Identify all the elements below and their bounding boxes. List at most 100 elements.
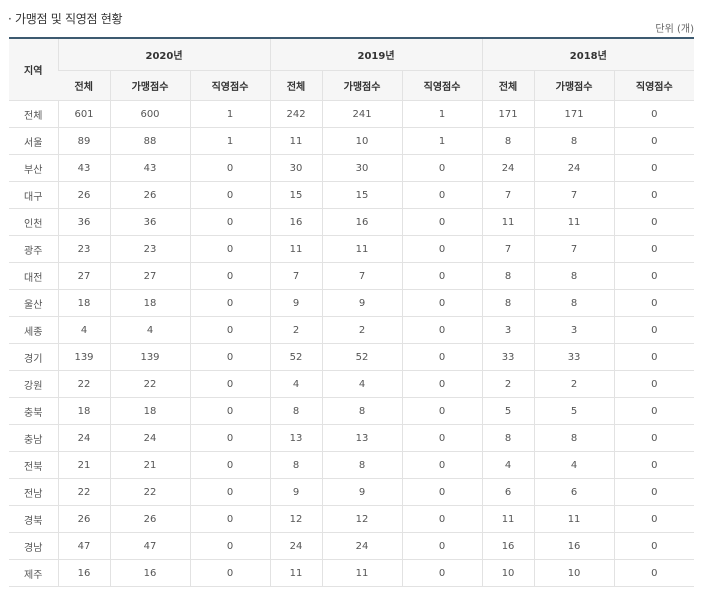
year-2020-total-cell: 18: [57, 289, 110, 317]
year-2020-franchise-cell: 139: [109, 343, 190, 371]
year-2018-total-cell: 24: [481, 154, 535, 182]
year-2020-total-cell: 26: [57, 505, 110, 533]
table-row: 인천 36 36 0 16 16 0 11 11 0: [9, 208, 695, 236]
year-2020-franchise-cell: 36: [109, 208, 190, 236]
year-2019-total-cell: 242: [269, 100, 323, 128]
table-row: 경기 139 139 0 52 52 0 33 33 0: [9, 343, 695, 371]
year-2020-direct-cell: 0: [189, 532, 271, 560]
table-body: 전체 601 600 1 242 241 1 171 171 0 서울 89 88 1 11 10 1 8 8 0 부산…: [9, 100, 695, 587]
year-2018-total-cell: 5: [481, 397, 535, 425]
year-2019-total-cell: 16: [269, 208, 323, 236]
year-2018-franchise-cell: 10: [533, 559, 615, 587]
year-2019-direct-cell: 0: [401, 262, 483, 290]
year-2019-total-cell: 15: [269, 181, 323, 209]
sub-header-total: 전체: [58, 70, 110, 101]
sub-header-franchise: 가맹점수: [533, 70, 615, 101]
year-2019-direct-cell: 0: [401, 154, 483, 182]
year-2018-total-cell: 3: [481, 316, 535, 344]
year-2020-franchise-cell: 43: [109, 154, 190, 182]
year-2020-total-cell: 36: [57, 208, 110, 236]
year-2019-franchise-cell: 13: [321, 424, 403, 452]
year-2018-total-cell: 171: [481, 100, 535, 128]
table-row: 광주 23 23 0 11 11 0 7 7 0: [9, 235, 695, 263]
year-2018-total-cell: 6: [481, 478, 535, 506]
year-2020-total-cell: 22: [57, 370, 110, 398]
year-2019-franchise-cell: 11: [321, 235, 403, 263]
year-2019-total-cell: 8: [269, 451, 323, 479]
year-2018-total-cell: 7: [481, 181, 535, 209]
year-2018-total-cell: 33: [481, 343, 535, 371]
year-2019-total-cell: 11: [269, 127, 323, 155]
year-2018-direct-cell: 0: [613, 424, 695, 452]
year-2019-total-cell: 9: [269, 478, 323, 506]
year-2019-direct-cell: 1: [401, 100, 483, 128]
year-2020-total-cell: 601: [57, 100, 110, 128]
year-2018-total-cell: 11: [481, 208, 535, 236]
region-cell: 대전: [9, 262, 58, 290]
region-cell: 서울: [9, 127, 58, 155]
year-2018-franchise-cell: 6: [533, 478, 615, 506]
region-cell: 전남: [9, 478, 58, 506]
year-2018-franchise-cell: 33: [533, 343, 615, 371]
year-2020-direct-cell: 0: [189, 235, 271, 263]
year-2020-total-cell: 27: [57, 262, 110, 290]
year-2020-total-cell: 21: [57, 451, 110, 479]
year-2018-direct-cell: 0: [613, 235, 695, 263]
table-row: 전체 601 600 1 242 241 1 171 171 0: [9, 100, 695, 128]
year-2018-direct-cell: 0: [613, 181, 695, 209]
year-2018-franchise-cell: 11: [533, 208, 615, 236]
year-2018-total-cell: 4: [481, 451, 535, 479]
year-2018-direct-cell: 0: [613, 478, 695, 506]
region-cell: 울산: [9, 289, 58, 317]
table-row: 부산 43 43 0 30 30 0 24 24 0: [9, 154, 695, 182]
year-2018-franchise-cell: 8: [533, 424, 615, 452]
table-row: 경북 26 26 0 12 12 0 11 11 0: [9, 505, 695, 533]
table-row: 대전 27 27 0 7 7 0 8 8 0: [9, 262, 695, 290]
sub-header-total: 전체: [481, 70, 535, 101]
year-2020-franchise-cell: 47: [109, 532, 190, 560]
year-2019-direct-cell: 1: [401, 127, 483, 155]
year-2019-total-cell: 24: [269, 532, 323, 560]
region-cell: 강원: [9, 370, 58, 398]
year-header-2020: 2020년: [57, 38, 271, 71]
year-2020-direct-cell: 0: [189, 181, 271, 209]
year-2020-total-cell: 43: [57, 154, 110, 182]
region-cell: 경북: [9, 505, 58, 533]
year-2020-direct-cell: 0: [189, 343, 271, 371]
year-2018-franchise-cell: 3: [533, 316, 615, 344]
year-2020-franchise-cell: 24: [109, 424, 190, 452]
year-2018-total-cell: 2: [481, 370, 535, 398]
year-2018-direct-cell: 0: [613, 289, 695, 317]
year-2018-direct-cell: 0: [613, 154, 695, 182]
year-2020-direct-cell: 0: [189, 397, 271, 425]
year-2018-direct-cell: 0: [613, 397, 695, 425]
year-2018-direct-cell: 0: [613, 262, 695, 290]
unit-label: 단위 (개): [655, 24, 694, 35]
region-cell: 제주: [9, 559, 58, 587]
year-2020-franchise-cell: 26: [109, 181, 190, 209]
year-2019-franchise-cell: 8: [321, 451, 403, 479]
year-2018-total-cell: 8: [481, 262, 535, 290]
sub-header-franchise: 가맹점수: [109, 70, 190, 101]
year-2019-total-cell: 30: [269, 154, 323, 182]
year-2019-franchise-cell: 8: [321, 397, 403, 425]
year-2019-total-cell: 52: [269, 343, 323, 371]
year-2019-total-cell: 7: [269, 262, 323, 290]
year-2020-total-cell: 139: [57, 343, 110, 371]
table-row: 경남 47 47 0 24 24 0 16 16 0: [9, 532, 695, 560]
year-2019-franchise-cell: 12: [321, 505, 403, 533]
year-2018-total-cell: 8: [481, 424, 535, 452]
year-2019-direct-cell: 0: [401, 397, 483, 425]
year-2018-direct-cell: 0: [613, 100, 695, 128]
year-2018-direct-cell: 0: [613, 559, 695, 587]
year-2018-direct-cell: 0: [613, 127, 695, 155]
year-2019-franchise-cell: 11: [321, 559, 403, 587]
year-2020-direct-cell: 0: [189, 478, 271, 506]
year-2019-direct-cell: 0: [401, 451, 483, 479]
year-2019-direct-cell: 0: [401, 343, 483, 371]
year-2019-total-cell: 2: [269, 316, 323, 344]
year-2018-total-cell: 8: [481, 289, 535, 317]
table-row: 전북 21 21 0 8 8 0 4 4 0: [9, 451, 695, 479]
year-2020-franchise-cell: 18: [109, 289, 190, 317]
year-2019-direct-cell: 0: [401, 235, 483, 263]
